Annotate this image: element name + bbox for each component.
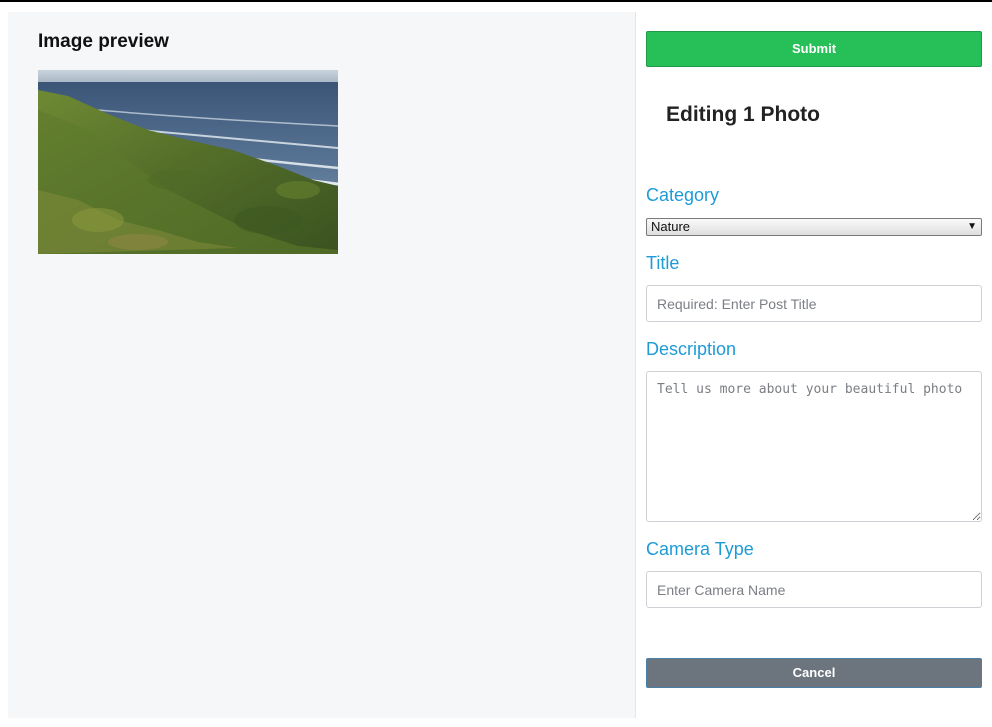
- editing-heading: Editing 1 Photo: [666, 103, 820, 126]
- description-label: Description: [646, 339, 737, 359]
- top-rule: [0, 0, 992, 2]
- coastal-landscape-photo: [38, 70, 338, 254]
- camera-type-label: Camera Type: [646, 539, 754, 559]
- camera-name-input[interactable]: [646, 571, 982, 608]
- submit-button[interactable]: Submit: [646, 31, 982, 67]
- image-preview-panel: Image preview: [8, 12, 636, 718]
- category-select[interactable]: Nature ▼: [646, 218, 982, 236]
- title-input[interactable]: [646, 285, 982, 322]
- dropdown-arrow-icon: ▼: [967, 221, 977, 232]
- preview-heading: Image preview: [38, 31, 169, 52]
- edit-form-panel: Submit Editing 1 Photo Category Nature ▼…: [646, 31, 982, 721]
- category-selected-value: Nature: [651, 219, 691, 234]
- category-label: Category: [646, 185, 720, 205]
- title-label: Title: [646, 253, 680, 273]
- cancel-button[interactable]: Cancel: [646, 658, 982, 688]
- preview-image: [38, 70, 338, 254]
- description-textarea[interactable]: [646, 371, 982, 522]
